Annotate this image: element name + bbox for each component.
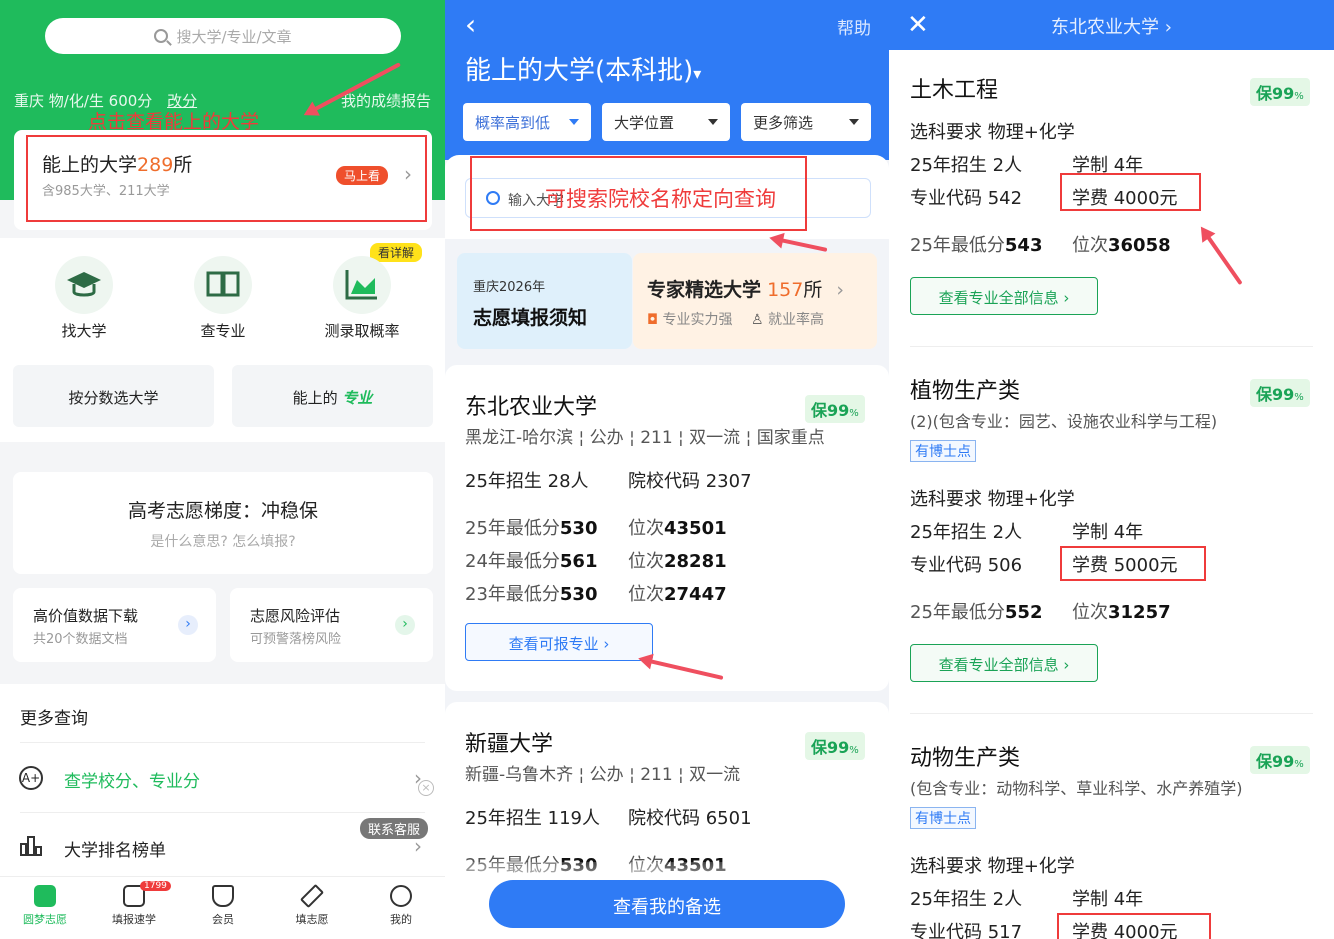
more-filter[interactable]: 更多筛选 — [741, 103, 871, 141]
university-name: 东北农业大学 — [465, 395, 598, 420]
notice-card[interactable]: 重庆2026年 志愿填报须知 — [457, 253, 632, 349]
graduation-cap-icon[interactable] — [55, 256, 113, 314]
safety-badge: 保99% — [1250, 78, 1310, 106]
highlight-box — [1060, 546, 1206, 581]
page-title[interactable]: 能上的大学(本科批)▾ — [465, 50, 701, 87]
notification-badge: 1799 — [140, 881, 171, 891]
gradient-subtitle: 是什么意思? 怎么填报? — [150, 534, 296, 550]
university-location: 新疆-乌鲁木齐 ¦ 公办 ¦ 211 ¦ 双一流 — [465, 765, 741, 785]
safety-badge: 保99% — [1250, 379, 1310, 407]
risk-assessment-card[interactable]: 志愿风险评估 可预警落榜风险 › — [230, 588, 433, 662]
reachable-universities-panel: ‹ 帮助 能上的大学(本科批)▾ 概率高到低 大学位置 更多筛选 输入大学 可搜… — [445, 0, 889, 939]
view-my-choices-button[interactable]: 查看我的备选 — [489, 880, 845, 928]
annotation-arrow — [1201, 228, 1243, 286]
tab-home[interactable]: 圆梦志愿 — [5, 885, 85, 927]
more-queries-section: 更多查询 A+ 查学校分、专业分 › × 大学排名榜单 联系客服 › — [0, 684, 445, 876]
more-queries-title: 更多查询 — [20, 709, 88, 729]
sort-filter[interactable]: 概率高到低 — [463, 103, 591, 141]
tab-fill-application[interactable]: 填志愿 — [272, 883, 352, 927]
user-icon: ♙ — [750, 312, 764, 328]
safety-badge: 保99% — [805, 395, 865, 423]
chevron-right-icon: › — [395, 615, 415, 635]
admission-probability-label[interactable]: 测录取概率 — [312, 320, 412, 341]
divider — [20, 742, 425, 743]
home-icon — [34, 885, 56, 907]
chevron-right-icon: › — [836, 279, 844, 301]
safety-badge: 保99% — [1250, 746, 1310, 774]
highlight-box — [1060, 173, 1201, 211]
divider — [910, 346, 1313, 347]
university-ranking-link[interactable]: 大学排名榜单 — [64, 836, 166, 861]
tab-membership[interactable]: 会员 — [183, 885, 263, 927]
pencil-icon — [299, 883, 325, 909]
bar-chart-icon — [20, 834, 42, 856]
help-link[interactable]: 帮助 — [837, 14, 871, 39]
user-icon — [390, 885, 412, 907]
university-card[interactable]: 东北农业大学 保99% 黑龙江-哈尔滨 ¦ 公办 ¦ 211 ¦ 双一流 ¦ 国… — [445, 365, 889, 691]
find-university-label[interactable]: 找大学 — [44, 320, 124, 341]
major-name: 土木工程 — [910, 78, 999, 103]
view-majors-button[interactable]: 查看可报专业 › — [465, 623, 653, 661]
bottom-tab-bar: 圆梦志愿 填报速学 1799 会员 填志愿 我的 — [0, 876, 445, 939]
divider — [20, 812, 425, 813]
dropdown-icon: ▾ — [693, 64, 702, 83]
select-by-score-button[interactable]: 按分数选大学 — [13, 365, 214, 427]
chevron-right-icon: › — [178, 615, 198, 635]
data-download-card[interactable]: 高价值数据下载 共20个数据文档 › — [13, 588, 216, 662]
find-major-label[interactable]: 查专业 — [183, 320, 263, 341]
major-name: 动物生产类 — [910, 746, 1021, 771]
book-icon[interactable] — [194, 256, 252, 314]
back-icon[interactable]: ‹ — [465, 8, 476, 41]
gradient-card[interactable]: 高考志愿梯度：冲稳保 是什么意思? 怎么填报? — [13, 472, 433, 574]
view-major-info-button[interactable]: 查看专业全部信息 › — [910, 644, 1098, 682]
plus-icon: A+ — [19, 766, 43, 790]
home-panel: 搜大学/专业/文章 重庆 物/化/生 600分 改分 我的成绩报告 点击查看能上… — [0, 0, 445, 939]
annotation-text: 点击查看能上的大学 — [88, 111, 260, 133]
divider — [910, 713, 1313, 714]
university-majors-panel: ✕ 东北农业大学 › 土木工程 保99% 选科要求 物理+化学 25年招生 2人… — [889, 0, 1334, 939]
doctoral-tag: 有博士点 — [910, 440, 976, 462]
query-scores-link[interactable]: 查学校分、专业分 — [64, 767, 200, 792]
chart-icon[interactable] — [333, 256, 391, 314]
expert-selection-card[interactable]: 专家精选大学 157所 › ◘ 专业实力强 ♙ 就业率高 — [633, 253, 877, 349]
location-filter[interactable]: 大学位置 — [602, 103, 730, 141]
safety-badge: 保99% — [805, 732, 865, 760]
search-icon — [154, 29, 169, 43]
tab-profile[interactable]: 我的 — [361, 885, 441, 927]
shield-icon: ◘ — [647, 312, 659, 328]
highlight-box — [26, 135, 427, 222]
major-name: 植物生产类 — [910, 379, 1021, 404]
close-icon[interactable]: × — [418, 780, 434, 796]
doctoral-tag: 有博士点 — [910, 807, 976, 829]
tab-quick-learn[interactable]: 填报速学 — [94, 885, 174, 927]
search-placeholder: 搜大学/专业/文章 — [176, 27, 292, 46]
search-bar[interactable]: 搜大学/专业/文章 — [45, 18, 401, 54]
gradient-title: 高考志愿梯度：冲稳保 — [127, 500, 318, 522]
my-report-link[interactable]: 我的成绩报告 — [341, 90, 431, 111]
crown-icon — [212, 885, 234, 907]
chevron-right-icon: › — [414, 834, 422, 858]
highlight-box — [1057, 913, 1211, 939]
reachable-majors-button[interactable]: 能上的 专业 — [232, 365, 433, 427]
annotation-text: 可搜索院校名称定向查询 — [545, 187, 776, 211]
university-name: 新疆大学 — [465, 732, 554, 757]
university-location: 黑龙江-哈尔滨 ¦ 公办 ¦ 211 ¦ 双一流 ¦ 国家重点 — [465, 428, 825, 448]
view-major-info-button[interactable]: 查看专业全部信息 › — [910, 277, 1098, 315]
header-title[interactable]: 东北农业大学 › — [889, 13, 1334, 39]
